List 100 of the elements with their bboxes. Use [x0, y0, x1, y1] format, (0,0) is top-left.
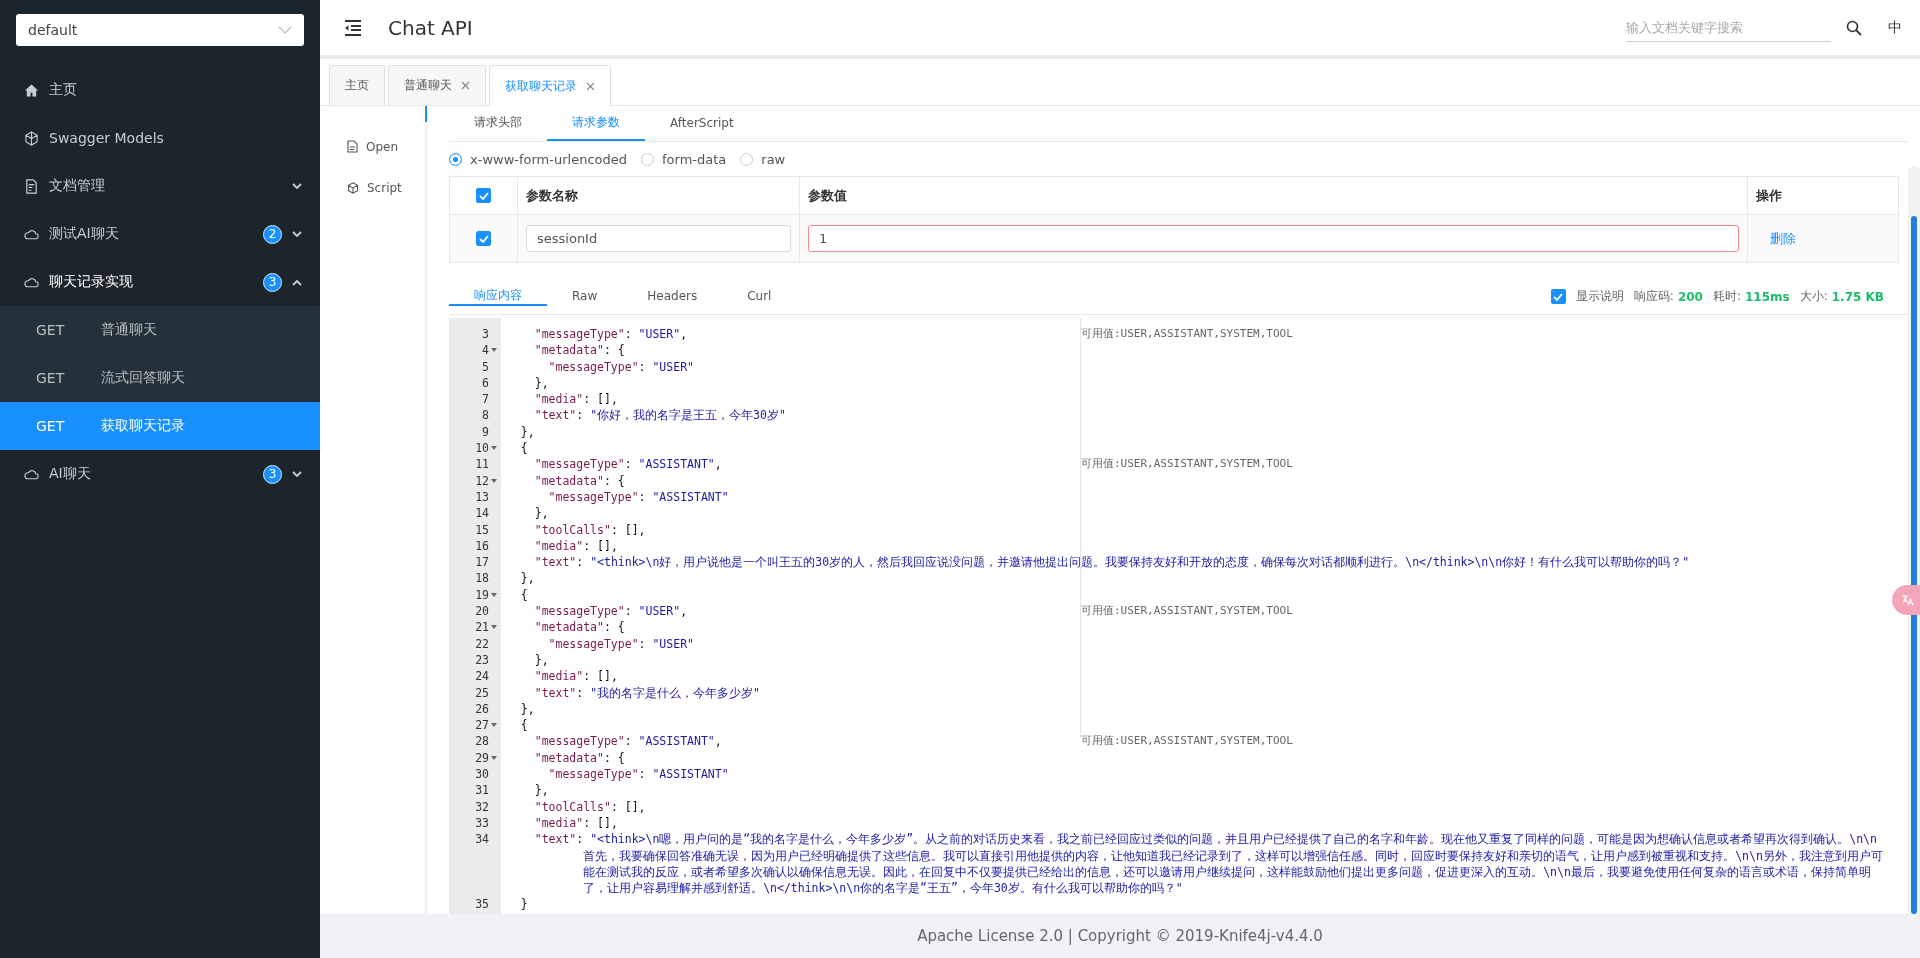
field-hint: 可用值:USER,ASSISTANT,SYSTEM,TOOL — [1081, 603, 1294, 620]
response-tab[interactable]: Headers — [622, 288, 723, 305]
page-title: Chat API — [388, 15, 473, 40]
field-hint: 可用值:USER,ASSISTANT,SYSTEM,TOOL — [1081, 326, 1294, 342]
size-value: 1.75 KB — [1831, 289, 1884, 304]
code-line: } — [519, 896, 529, 913]
line-number: 15 — [475, 521, 489, 538]
cube-icon — [24, 130, 39, 146]
menu-fold-icon[interactable] — [344, 19, 362, 36]
param-value-field[interactable]: 1 — [808, 225, 1739, 252]
code-line: }, — [533, 651, 550, 669]
line-number: 23 — [475, 651, 489, 669]
menu-item[interactable]: 主页 — [0, 66, 320, 114]
line-number: 26 — [475, 700, 489, 718]
api-name: 获取聊天记录 — [101, 417, 185, 435]
line-number: 4 — [482, 342, 489, 359]
http-method: GET — [36, 370, 66, 386]
line-number: 20 — [475, 603, 489, 620]
line-number: 12 — [475, 472, 489, 489]
side-nav-item[interactable]: Script — [320, 167, 425, 208]
line-number: 16 — [475, 537, 489, 555]
line-number: 24 — [475, 668, 489, 685]
close-icon[interactable] — [586, 81, 595, 91]
radio-label: raw — [761, 151, 786, 167]
page-tab[interactable]: 主页 — [329, 65, 385, 105]
code-line: "media": [], — [533, 537, 619, 555]
checkbox[interactable] — [476, 188, 491, 203]
menu-label: AI聊天 — [49, 465, 92, 483]
line-number: 11 — [475, 456, 489, 473]
checkbox[interactable] — [476, 231, 491, 246]
code-line: "messageType": "USER", — [533, 603, 689, 620]
menu-item[interactable]: Swagger Models — [0, 114, 320, 162]
line-number: 35 — [475, 896, 489, 913]
api-menu-item[interactable]: GET 流式回答聊天 — [0, 354, 320, 402]
request-tab[interactable]: AfterScript — [645, 106, 759, 141]
column-header: 操作 — [1756, 186, 1782, 205]
code-line: "metadata": { — [533, 342, 626, 359]
line-number: 17 — [475, 554, 489, 571]
fold-caret-icon[interactable] — [491, 446, 497, 451]
fold-caret-icon[interactable] — [491, 348, 497, 353]
page-tab[interactable]: 普通聊天 — [388, 65, 486, 105]
api-menu-item[interactable]: GET 普通聊天 — [0, 306, 320, 354]
request-tab[interactable]: 请求头部 — [449, 106, 547, 141]
scrollbar-thumb[interactable] — [1911, 216, 1917, 914]
line-number: 28 — [475, 733, 489, 750]
code-line: "text": "<think>\n好，用户说他是一个叫王五的30岁的人，然后我回应说没问题，并邀请他提出问题。我要保持友好和开放的态度，确保每次对话都顺利进行。\n</think>\n\n你好！有什么我可以帮助你的吗？" — [533, 554, 1691, 571]
fold-caret-icon[interactable] — [491, 592, 497, 597]
menu-item[interactable]: 测试AI聊天 2 — [0, 210, 320, 258]
line-number: 29 — [475, 749, 489, 766]
radio-button[interactable] — [449, 152, 462, 166]
fold-caret-icon[interactable] — [491, 625, 497, 630]
close-icon[interactable] — [461, 81, 470, 90]
code-line: }, — [519, 423, 536, 441]
menu-item[interactable]: 聊天记录实现 3 — [0, 258, 320, 306]
line-number: 9 — [482, 423, 489, 441]
code-line: "toolCalls": [], — [533, 521, 647, 538]
code-line: }, — [533, 374, 550, 392]
code-line: "messageType": "ASSISTANT" — [547, 488, 730, 506]
group-select[interactable]: default — [16, 14, 304, 46]
code-line: "metadata": { — [533, 749, 626, 766]
menu-item[interactable]: AI聊天 3 — [0, 450, 320, 498]
code-line: "text": "你好，我的名字是王五，今年30岁" — [533, 407, 787, 424]
line-number: 34 — [475, 831, 489, 848]
line-number: 22 — [475, 635, 489, 652]
api-name: 普通聊天 — [101, 321, 157, 339]
line-number: 32 — [475, 798, 489, 815]
fold-caret-icon[interactable] — [491, 723, 497, 728]
response-tab[interactable]: Curl — [722, 288, 797, 305]
fold-caret-icon[interactable] — [491, 755, 497, 760]
chevron-down-icon — [278, 26, 292, 34]
line-number: 14 — [475, 505, 489, 522]
line-number: 5 — [482, 358, 489, 375]
translate-icon[interactable] — [1892, 585, 1920, 615]
checkbox-label: 显示说明 — [1575, 288, 1624, 305]
code-line: { — [519, 440, 529, 457]
menu-item[interactable]: 文档管理 — [0, 162, 320, 210]
time-label: 耗时: — [1712, 288, 1741, 305]
search-icon[interactable] — [1846, 19, 1862, 36]
fold-caret-icon[interactable] — [491, 478, 497, 483]
line-number: 7 — [482, 391, 489, 408]
line-number: 27 — [475, 717, 489, 734]
cube-icon — [347, 181, 359, 194]
param-name-field[interactable]: sessionId — [526, 225, 791, 252]
line-number: 10 — [475, 440, 489, 457]
code-line: "media": [], — [533, 391, 619, 408]
home-icon — [24, 82, 39, 98]
menu-label: 聊天记录实现 — [49, 273, 134, 291]
field-hint: 可用值:USER,ASSISTANT,SYSTEM,TOOL — [1081, 456, 1294, 473]
document-icon — [347, 140, 358, 153]
side-nav-item[interactable]: Open — [320, 126, 425, 167]
language-button[interactable]: 中 — [1888, 18, 1902, 37]
count-badge: 3 — [263, 272, 282, 292]
checkbox[interactable] — [1550, 289, 1566, 304]
code-line: { — [519, 717, 529, 734]
count-badge: 3 — [263, 464, 282, 484]
code-line: "messageType": "ASSISTANT", — [533, 733, 723, 750]
radio-label: form-data — [662, 151, 727, 167]
code-line: }, — [519, 570, 536, 587]
code-line: "messageType": "ASSISTANT", — [533, 456, 723, 473]
response-tab[interactable]: Raw — [547, 288, 623, 305]
